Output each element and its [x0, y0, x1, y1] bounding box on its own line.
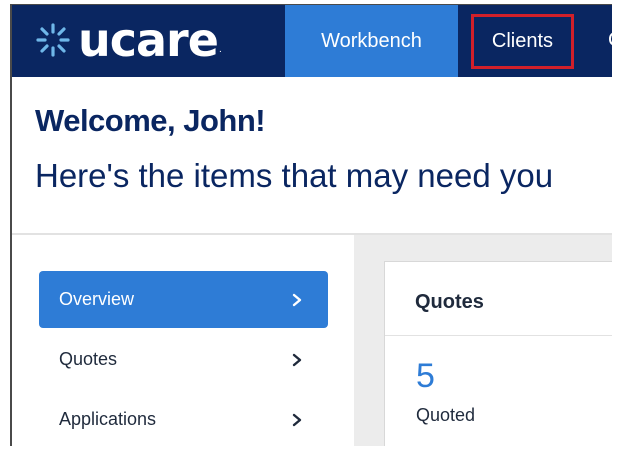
- logo-registered-dot: .: [218, 44, 222, 55]
- sidebar-item-label: Applications: [59, 409, 157, 429]
- ucare-logo[interactable]: ucare .: [32, 17, 222, 63]
- chevron-right-icon: [292, 353, 302, 366]
- top-navigation-bar: ucare . Workbench Clients C: [12, 5, 612, 77]
- welcome-heading: Welcome, John!: [35, 103, 266, 138]
- sidebar-item-applications[interactable]: Applications: [39, 391, 328, 446]
- nav-tab-partial[interactable]: C: [608, 29, 612, 52]
- logo-wordmark: ucare: [78, 13, 219, 67]
- welcome-subheading: Here's the items that may need you: [35, 157, 554, 194]
- card-divider: [385, 335, 612, 336]
- sidebar-item-overview[interactable]: Overview: [39, 271, 328, 328]
- ucare-logo-icon: [36, 23, 70, 57]
- chevron-right-icon: [292, 413, 302, 426]
- quoted-label: Quoted: [416, 405, 476, 425]
- quotes-card-title: Quotes: [415, 291, 484, 313]
- quoted-count[interactable]: 5: [416, 357, 435, 396]
- nav-tab-workbench[interactable]: Workbench: [285, 5, 458, 77]
- sidebar-item-label: Overview: [59, 289, 135, 309]
- app-window: ucare . Workbench Clients C Welcome, Joh…: [10, 4, 612, 446]
- sidebar-item-quotes[interactable]: Quotes: [39, 331, 328, 388]
- chevron-right-icon: [292, 293, 302, 306]
- quotes-card[interactable]: Quotes 5 Quoted: [384, 261, 612, 446]
- nav-tab-clients[interactable]: Clients: [471, 14, 574, 69]
- sidebar-item-label: Quotes: [59, 349, 118, 369]
